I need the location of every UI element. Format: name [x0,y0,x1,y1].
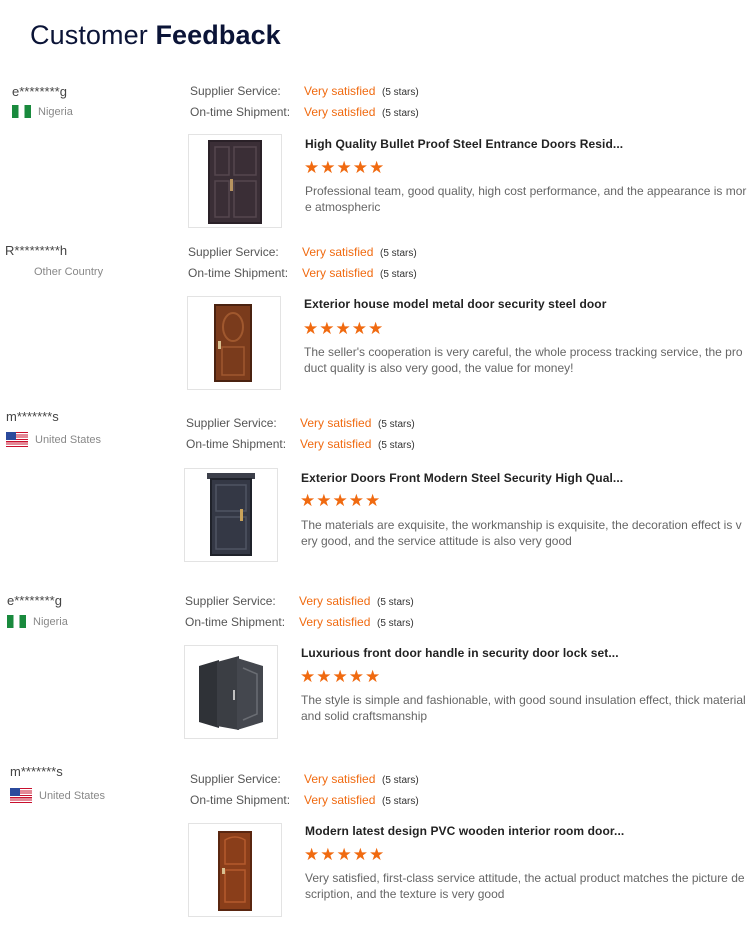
reviewer-country: Other Country [34,266,103,278]
shipment-stars: (5 stars) [382,108,419,119]
steel-door-image [214,304,252,382]
supplier-service-label: Supplier Service: [185,594,276,608]
supplier-service-value: Very satisfied [304,772,376,786]
door-set-image [199,656,263,730]
product-thumbnail[interactable] [187,296,281,390]
product-title-link[interactable]: Modern latest design PVC wooden interior… [305,824,624,838]
product-thumbnail[interactable] [184,468,278,562]
nigeria-flag-icon [12,105,31,118]
supplier-service-stars: (5 stars) [382,87,419,98]
star-rating: ★★★★★ [300,667,382,686]
supplier-service-value: Very satisfied [302,245,374,259]
supplier-service-value: Very satisfied [300,416,372,430]
product-title-link[interactable]: High Quality Bullet Proof Steel Entrance… [305,137,623,151]
us-flag-icon [6,432,28,447]
reviewer-country: Nigeria [12,105,73,118]
shipment-value: Very satisfied [304,793,376,807]
product-thumbnail[interactable] [184,645,278,739]
page-title-bold: Feedback [155,20,281,50]
country-label: United States [39,789,106,802]
shipment-value: Very satisfied [302,266,374,280]
reviewer-name: R*********h [5,243,68,258]
shipment-rating: On-time Shipment: Very satisfied (5 stars) [186,437,415,451]
product-thumbnail[interactable] [188,134,282,228]
supplier-service-label: Supplier Service: [190,84,281,98]
supplier-service-stars: (5 stars) [382,775,419,786]
reviewer-country: United States [10,788,105,803]
shipment-label: On-time Shipment: [190,105,291,119]
review-comment: Very satisfied, first-class service atti… [305,871,745,901]
supplier-service-rating: Supplier Service: Very satisfied (5 stars) [190,84,419,98]
review-comment: Professional team, good quality, high co… [305,184,747,214]
supplier-service-rating: Supplier Service: Very satisfied (5 stars) [190,772,419,786]
supplier-service-stars: (5 stars) [377,597,414,608]
country-label: Nigeria [33,615,68,628]
reviewer-name: m*******s [6,409,59,424]
nigeria-flag-icon [7,615,26,628]
review-comment: The materials are exquisite, the workman… [301,518,742,548]
page-title-regular: Customer [30,20,156,50]
product-title-link[interactable]: Exterior house model metal door security… [304,297,607,311]
review-comment: The style is simple and fashionable, wit… [301,693,746,723]
star-rating: ★★★★★ [303,319,385,338]
shipment-value: Very satisfied [304,105,376,119]
shipment-value: Very satisfied [299,615,371,629]
star-rating: ★★★★★ [304,845,386,864]
shipment-label: On-time Shipment: [186,437,287,451]
shipment-stars: (5 stars) [380,269,417,280]
reviewer-name: e********g [12,84,67,99]
reviewer-name: m*******s [10,764,63,779]
supplier-service-stars: (5 stars) [380,248,417,259]
shipment-value: Very satisfied [300,437,372,451]
shipment-rating: On-time Shipment: Very satisfied (5 stars) [190,105,419,119]
supplier-service-label: Supplier Service: [186,416,277,430]
shipment-label: On-time Shipment: [190,793,291,807]
page-title: Customer Feedback [30,20,281,51]
reviewer-country: Nigeria [7,615,68,628]
shipment-stars: (5 stars) [382,796,419,807]
review-comment: The seller's cooperation is very careful… [304,345,743,375]
product-thumbnail[interactable] [188,823,282,917]
shipment-stars: (5 stars) [377,618,414,629]
shipment-rating: On-time Shipment: Very satisfied (5 stars) [188,266,417,280]
supplier-service-rating: Supplier Service: Very satisfied (5 stars) [186,416,415,430]
product-title-link[interactable]: Luxurious front door handle in security … [301,646,619,660]
country-label: Nigeria [38,105,73,118]
shipment-rating: On-time Shipment: Very satisfied (5 stars) [185,615,414,629]
country-label: Other Country [34,266,104,278]
reviewer-name: e********g [7,593,62,608]
shipment-stars: (5 stars) [378,440,415,451]
supplier-service-rating: Supplier Service: Very satisfied (5 stars) [185,594,414,608]
star-rating: ★★★★★ [304,158,386,177]
star-rating: ★★★★★ [300,491,382,510]
supplier-service-stars: (5 stars) [378,419,415,430]
supplier-service-value: Very satisfied [304,84,376,98]
double-door-image [208,140,262,224]
supplier-service-label: Supplier Service: [188,245,279,259]
country-label: United States [35,433,102,446]
supplier-service-value: Very satisfied [299,594,371,608]
shipment-rating: On-time Shipment: Very satisfied (5 stars) [190,793,419,807]
us-flag-icon [10,788,32,803]
reviewer-country: United States [6,432,101,447]
shipment-label: On-time Shipment: [188,266,289,280]
shipment-label: On-time Shipment: [185,615,286,629]
supplier-service-label: Supplier Service: [190,772,281,786]
modern-door-image [207,473,255,556]
product-title-link[interactable]: Exterior Doors Front Modern Steel Securi… [301,471,623,485]
supplier-service-rating: Supplier Service: Very satisfied (5 stars) [188,245,417,259]
wooden-door-image [218,831,252,911]
